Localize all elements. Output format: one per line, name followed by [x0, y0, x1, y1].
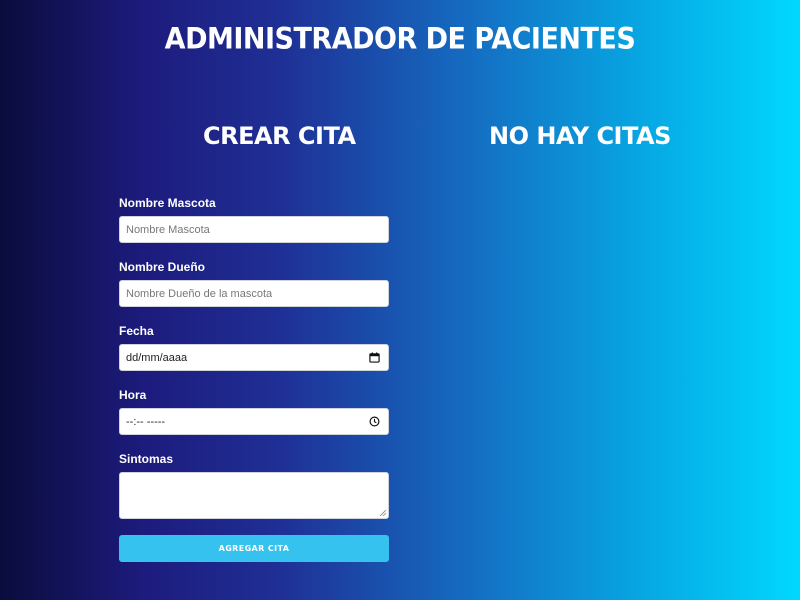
pet-name-placeholder: Nombre Mascota: [126, 224, 210, 236]
resize-grip-icon[interactable]: [380, 510, 386, 516]
pet-name-label: Nombre Mascota: [119, 196, 216, 210]
date-input[interactable]: dd/mm/aaaa: [119, 344, 389, 371]
owner-name-label: Nombre Dueño: [119, 260, 206, 274]
date-label: Fecha: [119, 324, 154, 338]
time-input[interactable]: --:-- -----: [119, 408, 389, 435]
date-value: dd/mm/aaaa: [126, 352, 188, 364]
create-appointment-title: CREAR CITA: [203, 122, 356, 150]
calendar-icon[interactable]: [369, 352, 380, 363]
owner-name-input[interactable]: Nombre Dueño de la mascota: [119, 280, 389, 307]
pet-name-input[interactable]: Nombre Mascota: [119, 216, 389, 243]
clock-icon[interactable]: [369, 416, 380, 427]
owner-name-placeholder: Nombre Dueño de la mascota: [126, 288, 273, 300]
add-appointment-button[interactable]: AGREGAR CITA: [119, 535, 389, 562]
page-title: ADMINISTRADOR DE PACIENTES: [164, 22, 636, 57]
time-value: --:-- -----: [126, 416, 166, 428]
time-label: Hora: [119, 388, 147, 402]
no-appointments-title: NO HAY CITAS: [489, 122, 671, 150]
symptoms-label: Sintomas: [119, 452, 174, 466]
symptoms-textarea[interactable]: [119, 472, 389, 519]
appointment-form: Nombre Mascota Nombre Mascota Nombre Due…: [119, 196, 389, 562]
